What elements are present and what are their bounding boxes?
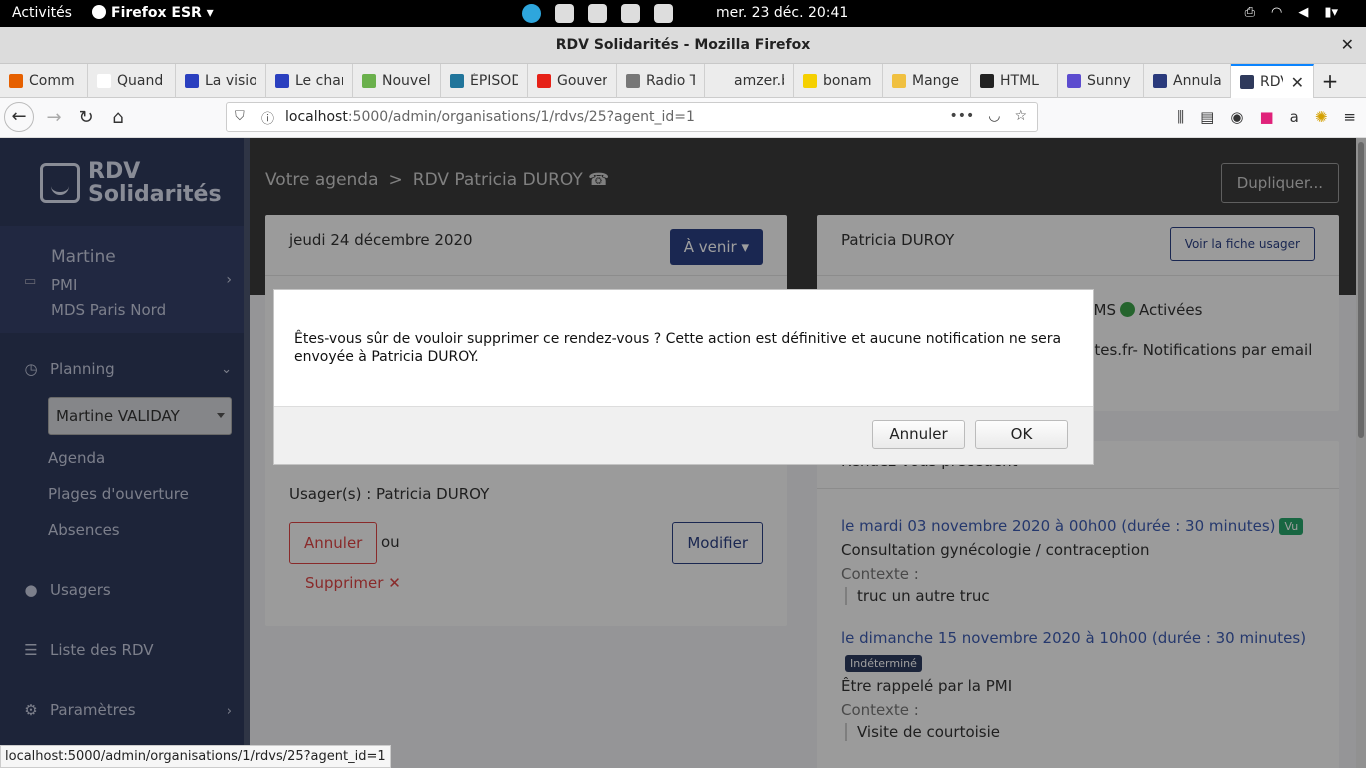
dialog-message: Êtes-vous sûr de vouloir supprimer ce re… xyxy=(294,331,1062,365)
browser-tab[interactable]: Nouvel xyxy=(353,64,441,98)
extension-sun-icon[interactable]: ✺ xyxy=(1315,108,1328,126)
browser-tab[interactable]: Le char xyxy=(266,64,353,98)
tab-label: Le char xyxy=(295,73,343,89)
page-actions-icon[interactable]: ••• xyxy=(949,108,974,124)
tab-favicon-icon xyxy=(1067,74,1081,88)
wifi-icon[interactable]: ◠ xyxy=(1271,5,1282,20)
telegram-icon[interactable] xyxy=(522,4,541,23)
tab-label: Comm xyxy=(29,73,75,89)
tab-favicon-icon xyxy=(537,74,551,88)
activities-button[interactable]: Activités xyxy=(12,5,72,21)
url-bar[interactable]: ⛉ ⓘ localhost:5000/admin/organisations/1… xyxy=(226,102,1038,132)
hamburger-menu-icon[interactable]: ≡ xyxy=(1343,108,1356,126)
slack-icon[interactable] xyxy=(621,4,640,23)
tab-label: Nouvel xyxy=(382,73,431,89)
home-icon[interactable]: ⌂ xyxy=(104,104,132,132)
pocket-icon[interactable]: ◡ xyxy=(988,108,1000,124)
link-status-bar: localhost:5000/admin/organisations/1/rdv… xyxy=(0,745,391,768)
tab-favicon-icon xyxy=(450,74,464,88)
dialog-footer: Annuler OK xyxy=(274,406,1093,464)
window-title: RDV Solidarités - Mozilla Firefox xyxy=(555,37,811,53)
tab-favicon-icon xyxy=(362,74,376,88)
tab-label: La visio xyxy=(205,73,256,89)
bookmark-star-icon[interactable]: ☆ xyxy=(1014,108,1027,124)
sidebar-toggle-icon[interactable]: ▤ xyxy=(1200,108,1214,126)
firefox-icon xyxy=(92,5,106,19)
tracking-shield-icon[interactable]: ⛉ xyxy=(235,109,245,124)
dialog-ok-button[interactable]: OK xyxy=(975,420,1068,449)
tab-favicon-icon xyxy=(9,74,23,88)
browser-tab[interactable]: RDV ✕ xyxy=(1231,64,1314,98)
tab-favicon-icon xyxy=(626,74,640,88)
tab-label: ÉPISOD xyxy=(470,73,518,89)
browser-tab[interactable]: La visio xyxy=(176,64,266,98)
app-menu[interactable]: Firefox ESR ▾ xyxy=(92,5,214,21)
url-text[interactable]: localhost:5000/admin/organisations/1/rdv… xyxy=(285,109,695,125)
library-icon[interactable]: ⫼ xyxy=(1177,108,1184,126)
system-status[interactable]: ⎙ ◠ ◀ ▮▾ xyxy=(1245,5,1338,20)
tab-label: Annula xyxy=(1173,73,1221,89)
browser-tab[interactable]: Quand l'Ét xyxy=(88,64,176,98)
browser-tab[interactable]: Mange xyxy=(883,64,971,98)
system-top-bar: Activités Firefox ESR ▾ mer. 23 déc. 20:… xyxy=(0,0,1366,27)
tab-favicon-icon xyxy=(1153,74,1167,88)
browser-tab[interactable]: Gouver xyxy=(528,64,617,98)
forward-arrow-icon[interactable]: → xyxy=(40,104,68,132)
tray-icons xyxy=(522,4,673,23)
battery-icon[interactable]: ▮▾ xyxy=(1324,5,1338,20)
discord-icon[interactable] xyxy=(654,4,673,23)
window-titlebar: RDV Solidarités - Mozilla Firefox ✕ xyxy=(0,27,1366,64)
tab-favicon-icon xyxy=(714,74,728,88)
close-window-icon[interactable]: ✕ xyxy=(1341,35,1354,54)
clock[interactable]: mer. 23 déc. 20:41 xyxy=(716,5,848,21)
tab-label: Sunny xyxy=(1087,73,1131,89)
navigation-toolbar: ← → ↻ ⌂ ⛉ ⓘ localhost:5000/admin/organis… xyxy=(0,98,1366,138)
tab-favicon-icon xyxy=(275,74,289,88)
tab-label: RDV xyxy=(1260,74,1283,90)
toolbar-right: ⫼ ▤ ◉ ■ a ✺ ≡ xyxy=(1177,108,1356,126)
tab-bar: Comm Quand l'Ét La visio Le char Nouvel ÉPISO… xyxy=(0,64,1366,98)
browser-tab[interactable]: Radio T xyxy=(617,64,705,98)
site-info-icon[interactable]: ⓘ xyxy=(261,108,274,127)
confirm-delete-dialog: Êtes-vous sûr de vouloir supprimer ce re… xyxy=(273,289,1094,465)
new-tab-icon[interactable]: + xyxy=(1314,64,1346,97)
browser-tab[interactable]: bonam xyxy=(794,64,883,98)
tab-favicon-icon xyxy=(1240,75,1254,89)
account-icon[interactable]: ◉ xyxy=(1230,108,1243,126)
tray-balloon-icon[interactable] xyxy=(588,4,607,23)
browser-tab[interactable]: HTML xyxy=(971,64,1058,98)
url-path: :5000/admin/organisations/1/rdvs/25?agen… xyxy=(347,109,695,125)
tab-label: Mange xyxy=(912,73,960,89)
app-menu-label: Firefox ESR xyxy=(111,5,202,21)
tray-app-icon[interactable] xyxy=(555,4,574,23)
extension-icon[interactable]: ■ xyxy=(1259,108,1273,126)
dialog-cancel-button[interactable]: Annuler xyxy=(872,420,965,449)
url-host: localhost xyxy=(285,109,348,125)
tab-label: Quand l'Ét xyxy=(117,73,166,89)
tab-favicon-icon xyxy=(980,74,994,88)
close-tab-icon[interactable]: ✕ xyxy=(1291,73,1304,92)
browser-tab[interactable]: Comm xyxy=(0,64,88,98)
tab-favicon-icon xyxy=(803,74,817,88)
tab-favicon-icon xyxy=(892,74,906,88)
tab-favicon-icon xyxy=(97,74,111,88)
browser-tab[interactable]: amzer.bzh xyxy=(705,64,794,98)
tab-label: amzer.bzh xyxy=(734,73,784,89)
printer-icon[interactable]: ⎙ xyxy=(1245,5,1255,20)
tab-favicon-icon xyxy=(185,74,199,88)
browser-tab[interactable]: ÉPISOD xyxy=(441,64,528,98)
reload-icon[interactable]: ↻ xyxy=(72,104,100,132)
amazon-icon[interactable]: a xyxy=(1290,108,1299,126)
tab-label: Gouver xyxy=(557,73,607,89)
tab-label: Radio T xyxy=(646,73,695,89)
browser-tab[interactable]: Annula xyxy=(1144,64,1231,98)
back-arrow-icon[interactable]: ← xyxy=(4,102,34,132)
tab-label: bonam xyxy=(823,73,872,89)
url-actions: ••• ◡ ☆ xyxy=(949,108,1027,124)
tab-label: HTML xyxy=(1000,73,1039,89)
volume-icon[interactable]: ◀ xyxy=(1298,5,1308,20)
browser-tab[interactable]: Sunny xyxy=(1058,64,1144,98)
